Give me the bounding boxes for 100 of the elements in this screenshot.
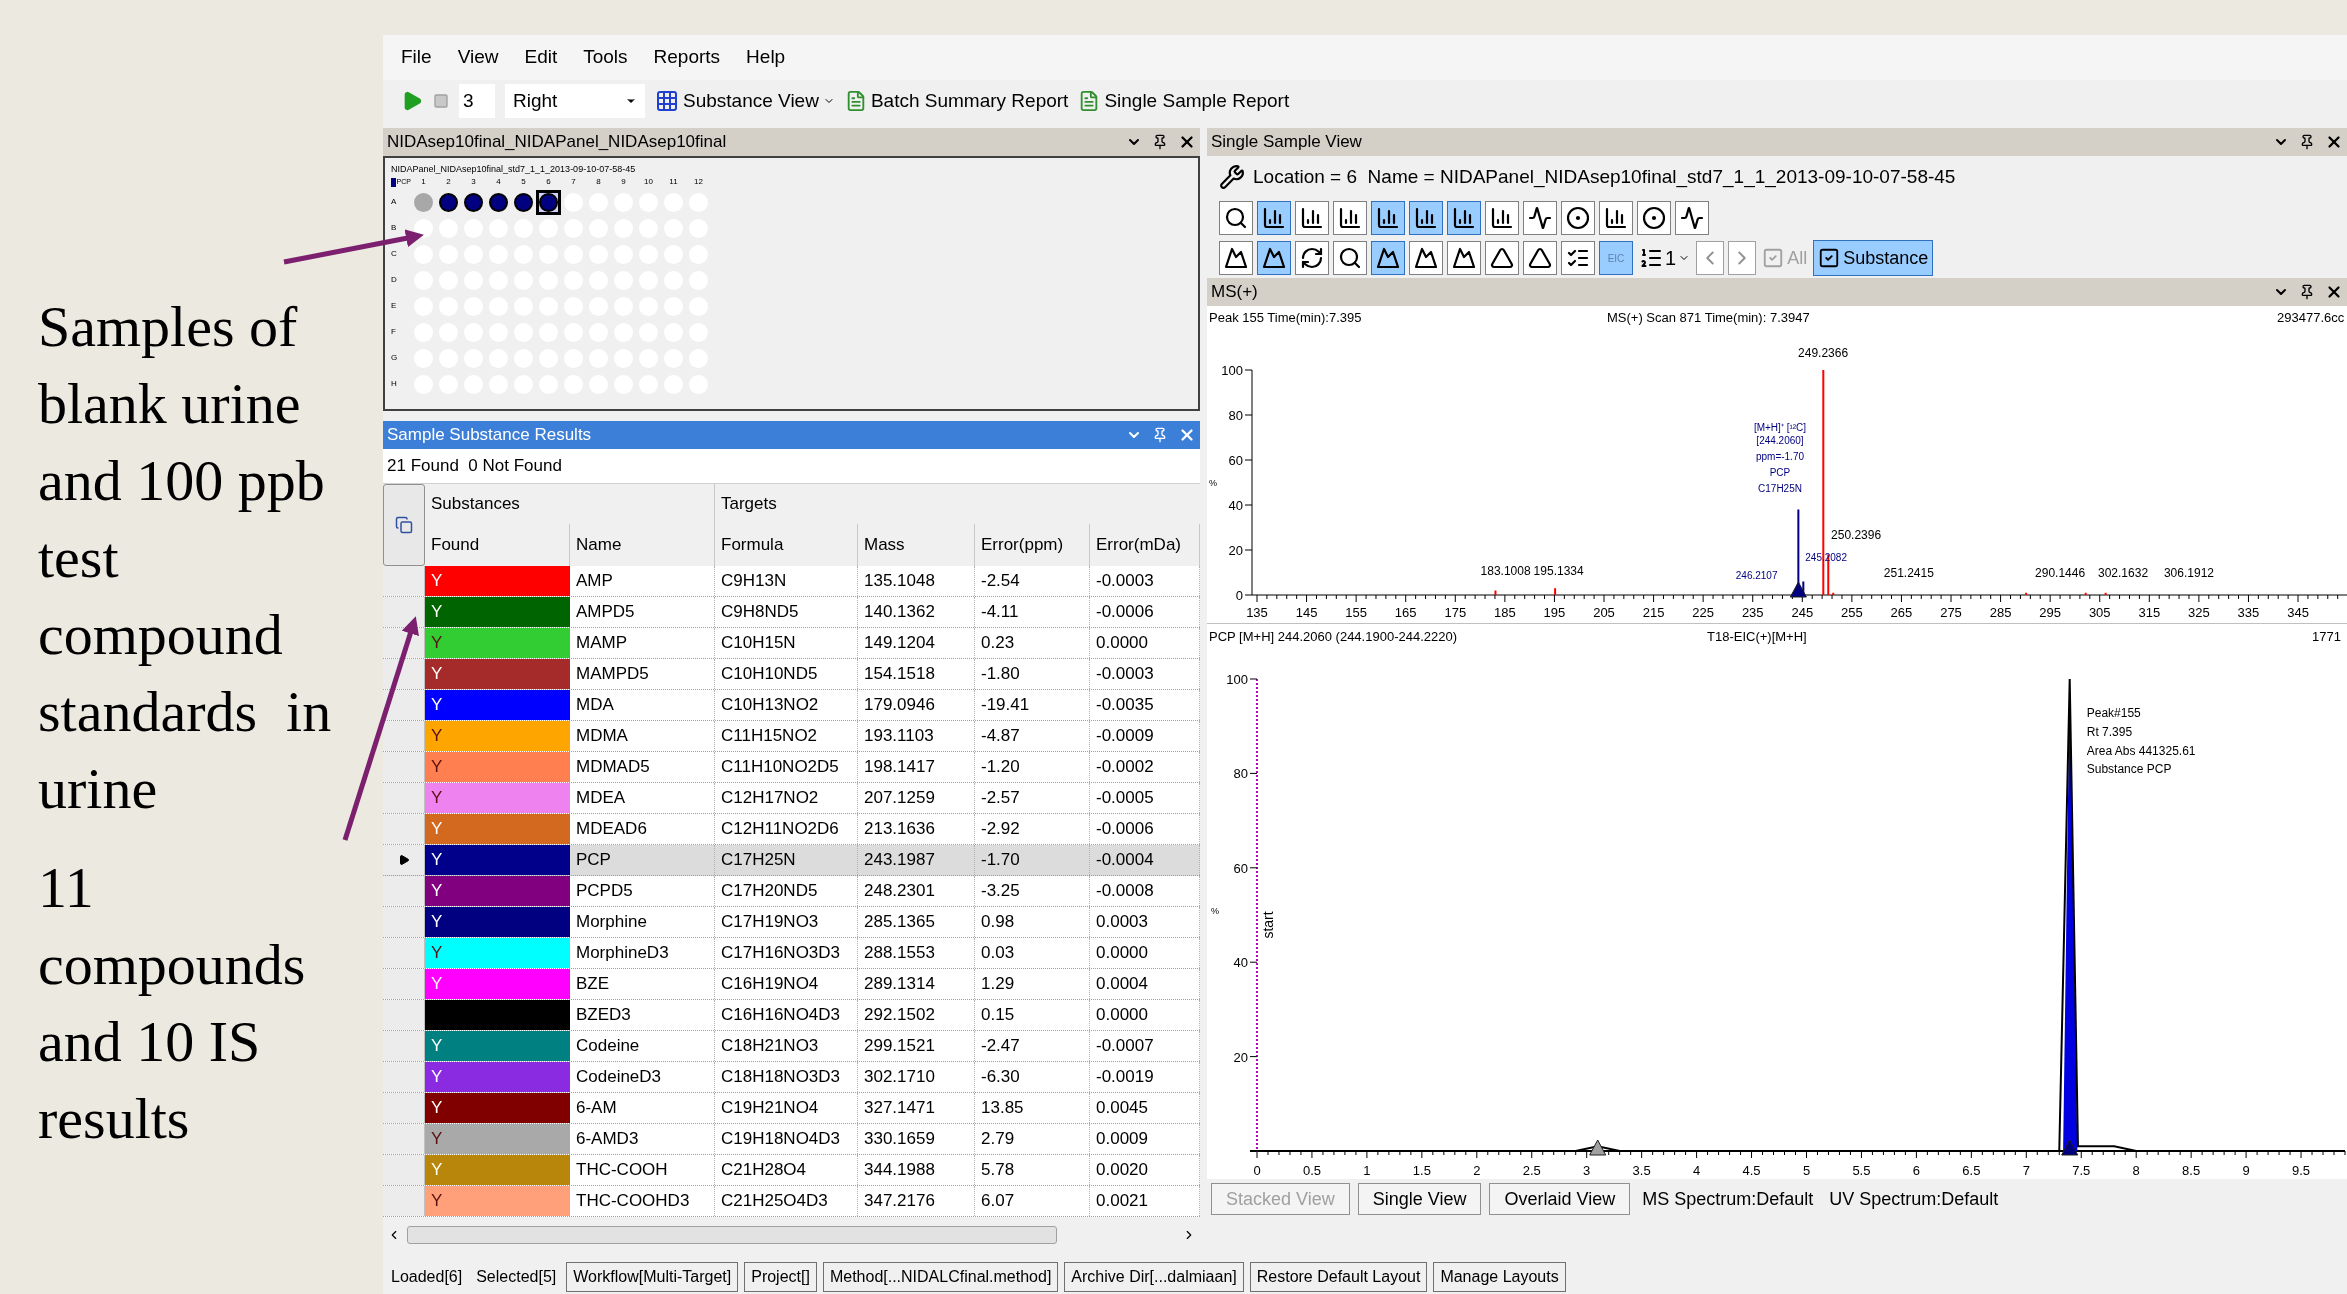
table-row[interactable]: Y AMPD5 C9H8ND5 140.1362 -4.11 -0.0006 (383, 597, 1200, 628)
found-cell: Y (425, 597, 570, 627)
table-row[interactable]: Y THC-COOHD3 C21H25O4D3 347.2176 6.07 0.0021 (383, 1186, 1200, 1217)
status-button[interactable]: Archive Dir[...dalmiaan] (1064, 1262, 1244, 1292)
menu-item[interactable]: View (457, 43, 499, 72)
table-cell: Morphine (570, 907, 715, 937)
table-cell: -0.0019 (1090, 1062, 1200, 1092)
table-row[interactable]: Y Codeine C18H21NO3 299.1521 -2.47 -0.0007 (383, 1031, 1200, 1062)
tool-button[interactable] (1447, 241, 1481, 275)
tool-button[interactable] (1523, 241, 1557, 275)
menu-item[interactable]: Reports (653, 43, 721, 72)
found-cell: Y (425, 845, 570, 875)
table-row[interactable]: Y MAMP C10H15N 149.1204 0.23 0.0000 (383, 628, 1200, 659)
table-row[interactable]: Y MDA C10H13NO2 179.0946 -19.41 -0.0035 (383, 690, 1200, 721)
table-cell: C11H10NO2D5 (715, 752, 858, 782)
pin-icon[interactable] (2299, 284, 2315, 300)
table-row[interactable]: Y 6-AM C19H21NO4 327.1471 13.85 0.0045 (383, 1093, 1200, 1124)
status-button[interactable]: Restore Default Layout (1249, 1262, 1428, 1292)
plate-well[interactable] (536, 189, 561, 215)
scrollbar-thumb[interactable] (407, 1226, 1057, 1244)
tool-button[interactable] (1219, 241, 1253, 275)
tool-button[interactable] (1599, 201, 1633, 235)
chart-header: PCP [M+H] 244.2060 (244.1900-244.2220) (1209, 629, 1457, 644)
tool-button[interactable] (1675, 201, 1709, 235)
close-icon[interactable] (2325, 283, 2343, 301)
peak-marker[interactable] (2061, 1139, 2079, 1156)
menu-item[interactable]: Help (746, 43, 786, 72)
axis-tick-label: 325 (2188, 605, 2210, 620)
tool-button[interactable] (1333, 241, 1367, 275)
tool-button[interactable] (1257, 201, 1291, 235)
status-button[interactable]: Manage Layouts (1433, 1262, 1566, 1292)
position-dropdown[interactable]: Right (505, 84, 645, 118)
row-header[interactable] (383, 597, 425, 627)
tool-button[interactable] (1561, 241, 1595, 275)
view-button[interactable]: Overlaid View (1489, 1183, 1631, 1215)
table-row[interactable]: Y AMP C9H13N 135.1048 -2.54 -0.0003 (383, 566, 1200, 597)
toolbar-button[interactable]: Batch Summary Report (844, 86, 1069, 116)
tool-button[interactable] (1485, 241, 1519, 275)
tool-button[interactable] (1371, 201, 1405, 235)
table-row[interactable]: BZED3 C16H16NO4D3 292.1502 0.15 0.0000 (383, 1000, 1200, 1031)
next-button[interactable] (1728, 241, 1757, 275)
menu-item[interactable]: File (401, 43, 432, 72)
previous-button[interactable] (1696, 241, 1725, 275)
tool-button[interactable] (1257, 241, 1291, 275)
toolbar-button[interactable]: Substance View (655, 86, 835, 116)
table-row[interactable]: Y PCP C17H25N 243.1987 -1.70 -0.0004 (383, 845, 1200, 876)
pin-icon[interactable] (2299, 134, 2315, 150)
close-icon[interactable] (1178, 133, 1196, 151)
menu-item[interactable]: Tools (583, 43, 628, 72)
table-row[interactable]: Y MorphineD3 C17H16NO3D3 288.1553 0.03 0.0000 (383, 938, 1200, 969)
found-cell: Y (425, 1062, 570, 1092)
status-button[interactable]: Method[...NIDALCfinal.method] (822, 1262, 1059, 1292)
tool-button[interactable] (1523, 201, 1557, 235)
peak-marker[interactable] (1789, 581, 1807, 598)
toolbar-button[interactable]: Single Sample Report (1078, 86, 1290, 116)
table-cell: 285.1365 (858, 907, 975, 937)
pin-icon[interactable] (1152, 134, 1168, 150)
table-cell: C19H18NO4D3 (715, 1124, 858, 1154)
table-row[interactable]: Y 6-AMD3 C19H18NO4D3 330.1659 2.79 0.0009 (383, 1124, 1200, 1155)
table-row[interactable]: Y PCPD5 C17H20ND5 248.2301 -3.25 -0.0008 (383, 876, 1200, 907)
tool-button[interactable] (1219, 201, 1253, 235)
menu-item[interactable]: Edit (524, 43, 558, 72)
tool-button[interactable] (1295, 241, 1329, 275)
tool-button[interactable] (1333, 201, 1367, 235)
peak-label: C17H25N (1758, 482, 1802, 494)
table-row[interactable]: Y THC-COOH C21H28O4 344.1988 5.78 0.0020 (383, 1155, 1200, 1186)
status-button[interactable]: Workflow[Multi-Target] (566, 1262, 739, 1292)
panel-title: MS(+) (1211, 281, 1259, 304)
substance-toggle[interactable]: Substance (1813, 240, 1934, 276)
peak-label: 306.1912 (2163, 566, 2214, 580)
table-row[interactable]: Y MDEA C12H17NO2 207.1259 -2.57 -0.0005 (383, 783, 1200, 814)
list-count-dropdown[interactable]: 1 (1637, 243, 1693, 273)
tool-button[interactable] (1371, 241, 1405, 275)
tool-button[interactable] (1447, 201, 1481, 235)
grid-icon (655, 89, 679, 113)
view-button[interactable]: Single View (1357, 1183, 1482, 1215)
table-row[interactable]: Y MDMA C11H15NO2 193.1103 -4.87 -0.0009 (383, 721, 1200, 752)
count-field[interactable]: 3 (459, 84, 495, 118)
tool-button[interactable] (1637, 201, 1671, 235)
column-chooser-button[interactable] (383, 484, 425, 566)
table-row[interactable]: Y MAMPD5 C10H10ND5 154.1518 -1.80 -0.0003 (383, 659, 1200, 690)
table-row[interactable]: Y MDMAD5 C11H10NO2D5 198.1417 -1.20 -0.0002 (383, 752, 1200, 783)
table-row[interactable]: Y BZE C16H19NO4 289.1314 1.29 0.0004 (383, 969, 1200, 1000)
status-button[interactable]: Project[] (744, 1262, 817, 1292)
stop-icon[interactable] (433, 93, 449, 109)
table-cell: -0.0006 (1090, 814, 1200, 844)
row-header[interactable] (383, 845, 425, 875)
tool-button[interactable] (1409, 241, 1443, 275)
column-label: 4 (495, 176, 502, 188)
peak-marker[interactable] (1589, 1139, 1607, 1156)
tool-button[interactable] (1561, 201, 1595, 235)
table-row[interactable]: Y CodeineD3 C18H18NO3D3 302.1710 -6.30 -0.0019 (383, 1062, 1200, 1093)
tool-button[interactable] (1409, 201, 1443, 235)
tool-button[interactable] (1485, 201, 1519, 235)
table-row[interactable]: Y MDEAD6 C12H11NO2D6 213.1636 -2.92 -0.0006 (383, 814, 1200, 845)
table-row[interactable]: Y Morphine C17H19NO3 285.1365 0.98 0.0003 (383, 907, 1200, 938)
table-cell: 198.1417 (858, 752, 975, 782)
tool-button[interactable] (1295, 201, 1329, 235)
close-icon[interactable] (2325, 133, 2343, 151)
column-label: 11 (668, 176, 679, 188)
